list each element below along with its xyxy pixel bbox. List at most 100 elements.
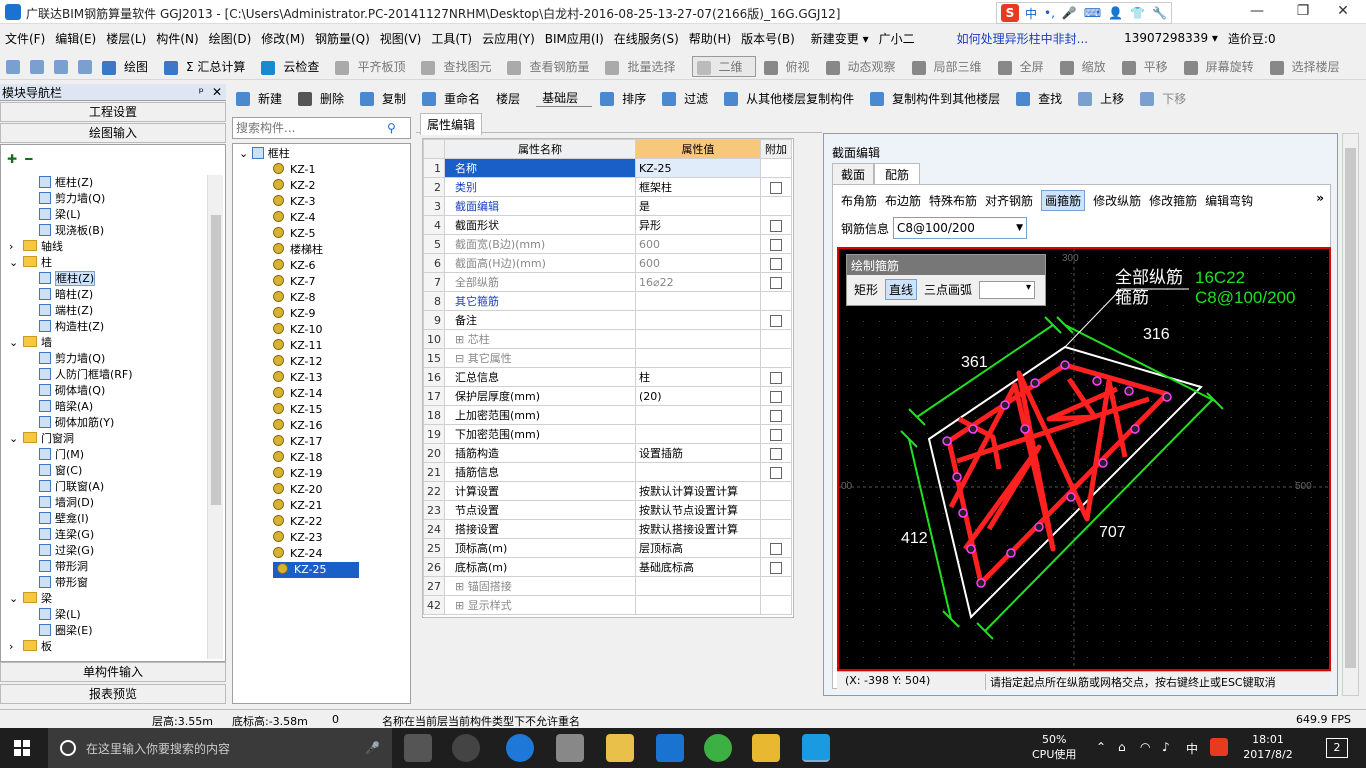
nav-tree-item[interactable]: ⌄ 柱 [9,255,205,271]
component-item[interactable]: KZ-6 [239,258,410,274]
taskbar-search[interactable]: 在这里输入你要搜索的内容 🎤 [48,728,392,768]
menu-item[interactable]: 修改(M) [256,30,310,47]
menu-item[interactable]: 如何处理异形柱中非封... [952,30,1093,47]
extra-checkbox[interactable] [770,219,782,232]
more-tools-icon[interactable]: » [1316,191,1324,205]
sogou-tray-icon[interactable] [1210,738,1228,756]
arc-mode-dropdown[interactable]: ▾ [979,280,1036,299]
nav-tree-item[interactable]: 连梁(G) [9,527,205,543]
section-canvas[interactable]: 300 00 500 全部纵筋 箍筋 16C22 C8@100/200 361 316 412 70… [837,247,1331,671]
extra-checkbox[interactable] [770,466,782,479]
nav-scrollbar-thumb[interactable] [211,215,221,505]
property-value[interactable]: 基础底标高 [635,557,761,577]
property-value[interactable] [635,576,761,596]
property-row[interactable]: 16 汇总信息柱 [423,367,792,387]
nav-tree-item[interactable]: 端柱(Z) [9,303,205,319]
nav-tree-item[interactable]: 框柱(Z) [9,271,205,287]
property-value[interactable]: 600 [635,253,761,273]
property-value[interactable] [635,424,761,444]
nav-tree-item[interactable]: 梁(L) [9,207,205,223]
ime-item-icon[interactable]: ⌨ [1084,6,1101,20]
nav-tree-item[interactable]: 过梁(G) [9,543,205,559]
wifi-icon[interactable]: ◠ [1140,740,1150,754]
ime-lang[interactable]: 中 [1186,740,1198,757]
property-value[interactable]: 600 [635,234,761,254]
tab-props[interactable]: 属性编辑 [420,113,483,135]
component-item[interactable]: KZ-7 [239,274,410,290]
tab-rebar[interactable]: 配筋 [874,163,921,185]
component-item[interactable]: KZ-15 [239,402,410,418]
property-extra[interactable] [760,481,792,501]
new-file-icon[interactable] [6,59,20,74]
menu-item[interactable]: 视图(V) [375,30,427,47]
toolbar-button[interactable]: 批量选择 [605,58,683,75]
property-extra[interactable] [760,462,792,482]
extra-checkbox[interactable] [770,561,782,574]
toolbar-button[interactable]: 查找图元 [421,58,499,75]
menu-item[interactable]: 工具(T) [426,30,477,47]
property-row[interactable]: 22 计算设置 按默认计算设置计算 [423,481,792,501]
property-extra[interactable] [760,253,792,273]
toolbar-button[interactable]: 绘图 [102,58,156,75]
nav-tree-item[interactable]: 门联窗(A) [9,479,205,495]
component-tool-button[interactable]: 上移 [1078,90,1132,107]
property-row[interactable]: 27 ⊞ 锚固搭接 [423,576,792,596]
component-item[interactable]: KZ-1 [239,162,410,178]
component-item[interactable]: 楼梯柱 [239,242,410,258]
nav-tree-item[interactable]: 砌体加筋(Y) [9,415,205,431]
component-item[interactable]: KZ-10 [239,322,410,338]
component-item[interactable]: KZ-22 [239,514,410,530]
component-item[interactable]: KZ-2 [239,178,410,194]
rebar-tool-button[interactable]: 修改箍筋 [1149,192,1197,209]
component-root[interactable]: ⌄ 框柱 [239,146,410,162]
toolbar-button[interactable]: 平齐板顶 [335,58,413,75]
app-green-icon[interactable] [704,734,732,762]
toolbar-button[interactable]: 选择楼层 [1269,58,1348,75]
component-item[interactable]: KZ-8 [239,290,410,306]
volume-icon[interactable]: ♪ [1162,740,1170,754]
notes-icon[interactable] [752,734,780,762]
property-extra[interactable] [760,196,792,216]
extra-checkbox[interactable] [770,238,782,251]
property-extra[interactable] [760,329,792,349]
component-tool-button[interactable]: 排序 [600,90,654,107]
extra-checkbox[interactable] [770,371,782,384]
property-extra[interactable] [760,348,792,368]
extra-checkbox[interactable] [770,390,782,403]
tree-expander-icon[interactable]: ⌄ [9,591,23,607]
property-value[interactable]: 异形 [635,215,761,235]
rebar-tool-button[interactable]: 编辑弯钩 [1205,192,1253,209]
search-input[interactable] [233,121,383,135]
rebar-tool-button[interactable]: 特殊布筋 [929,192,977,209]
property-value[interactable] [635,348,761,368]
property-extra[interactable] [760,234,792,254]
property-extra[interactable] [760,500,792,520]
menu-item[interactable]: 新建变更 ▾ [806,30,874,47]
property-value[interactable]: 设置插筋 [635,443,761,463]
property-value[interactable]: (20) [635,386,761,406]
store-icon[interactable] [556,734,584,762]
nav-tree-item[interactable]: 框柱(Z) [9,175,205,191]
component-item[interactable]: KZ-16 [239,418,410,434]
component-item[interactable]: KZ-11 [239,338,410,354]
property-value[interactable] [635,462,761,482]
rebar-tool-button[interactable]: 布角筋 [841,192,877,209]
windows-start-icon[interactable] [14,740,30,756]
property-row[interactable]: 15 ⊟ 其它属性 [423,348,792,368]
nav-tree-item[interactable]: 暗梁(A) [9,399,205,415]
property-value[interactable]: 按默认计算设置计算 [635,481,761,501]
menu-item[interactable]: 编辑(E) [50,30,101,47]
close-button[interactable]: ✕ [1320,0,1366,24]
nav-tree-item[interactable]: ⌄ 墙 [9,335,205,351]
property-value[interactable] [635,329,761,349]
report-preview-button[interactable]: 报表预览 [0,684,226,704]
property-row[interactable]: 23 节点设置 按默认节点设置计算 [423,500,792,520]
expand-all-icon[interactable]: ✚ [7,152,17,166]
component-item[interactable]: KZ-21 [239,498,410,514]
component-tool-button[interactable]: 复制构件到其他楼层 [870,90,1008,107]
nav-tree-item[interactable]: › 轴线 [9,239,205,255]
component-item[interactable]: KZ-4 [239,210,410,226]
edge-icon[interactable] [506,734,534,762]
ime-toolbar[interactable]: S 中 •, 🎤 ⌨ 👤 👕 🔧 [996,2,1173,24]
nav-tree-item[interactable]: › 板 [9,639,205,655]
